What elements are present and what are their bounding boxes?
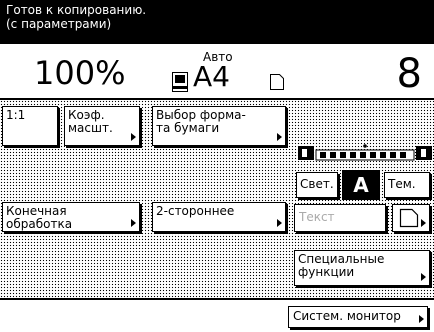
arrow-right-icon: [131, 133, 136, 141]
special-functions-label: Специальные функции: [298, 252, 385, 279]
status-line-2: (с параметрами): [6, 17, 112, 31]
zoom-value: 100%: [34, 54, 126, 92]
arrow-right-icon: [277, 219, 282, 227]
density-scale[interactable]: [294, 142, 434, 164]
ratio-1to1-button[interactable]: 1:1: [2, 106, 58, 146]
paper-cassette-icon: [172, 72, 188, 92]
ratio-1to1-label: 1:1: [6, 108, 26, 122]
original-type-button[interactable]: [392, 204, 430, 232]
arrow-right-icon: [277, 133, 282, 141]
paper-select-button[interactable]: Выбор форма- та бумаги: [152, 106, 286, 146]
arrow-right-icon: [131, 219, 136, 227]
system-monitor-button[interactable]: Систем. монитор: [288, 306, 428, 328]
copy-info-band: 100% Авто A4 8: [0, 44, 434, 100]
density-light-label: Свет.: [300, 177, 334, 191]
system-monitor-label: Систем. монитор: [293, 309, 401, 323]
density-dark-label: Тем.: [388, 177, 416, 191]
footer-bar: Систем. монитор: [0, 298, 434, 332]
paper-orientation-icon: [270, 74, 284, 90]
status-bar: Готов к копированию. (с параметрами): [0, 0, 434, 44]
image-mode-text-button[interactable]: Текст: [294, 204, 386, 232]
density-dark-button[interactable]: Тем.: [384, 172, 430, 198]
copies-count: 8: [396, 51, 422, 97]
two-sided-button[interactable]: 2-стороннее: [152, 202, 286, 232]
zoom-ratio-button[interactable]: Коэф. масшт.: [64, 106, 140, 146]
finishing-button[interactable]: Конечная обработка: [2, 202, 140, 232]
finishing-label: Конечная обработка: [6, 204, 73, 231]
density-auto-button[interactable]: A: [342, 170, 380, 200]
paper-select-label: Выбор форма- та бумаги: [156, 108, 246, 135]
paper-size-value: A4: [193, 60, 230, 93]
zoom-ratio-label: Коэф. масшт.: [68, 108, 113, 135]
density-auto-label: A: [353, 173, 369, 197]
document-icon: [399, 208, 419, 228]
two-sided-label: 2-стороннее: [156, 204, 235, 218]
zoom-readout: 100%: [34, 54, 125, 92]
image-mode-text-label: Текст: [299, 210, 335, 224]
arrow-right-icon: [421, 273, 426, 281]
status-line-1: Готов к копированию.: [6, 3, 147, 17]
density-light-button[interactable]: Свет.: [296, 172, 338, 198]
function-panel: 1:1 Коэф. масшт. Выбор форма- та бумаги: [0, 100, 434, 298]
arrow-right-icon: [421, 219, 426, 227]
special-functions-button[interactable]: Специальные функции: [294, 250, 430, 286]
arrow-right-icon: [419, 315, 424, 323]
